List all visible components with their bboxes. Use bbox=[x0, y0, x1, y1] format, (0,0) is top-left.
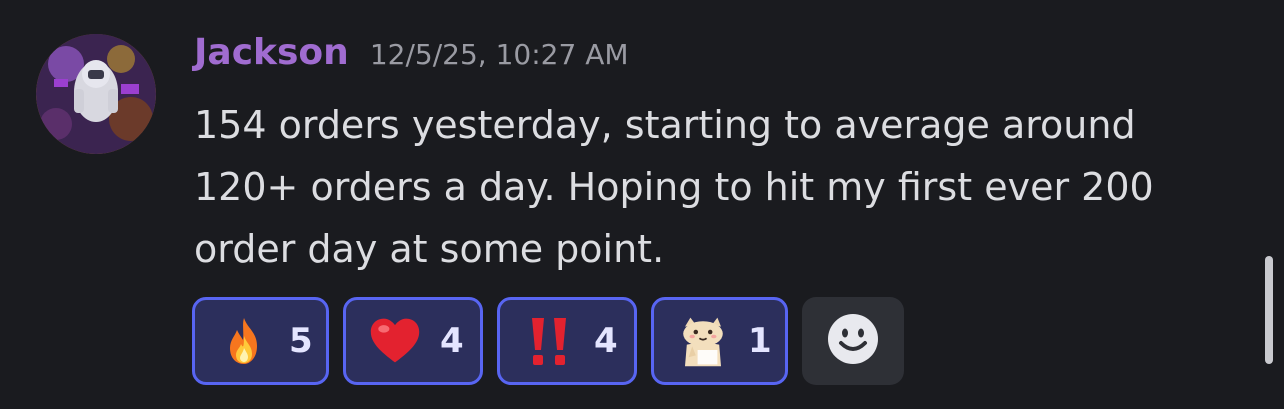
chat-message: Jackson 12/5/25, 10:27 AM 154 orders yes… bbox=[0, 0, 1284, 409]
message-header: Jackson 12/5/25, 10:27 AM bbox=[194, 32, 629, 82]
reaction-count: 4 bbox=[440, 321, 464, 361]
reaction-count: 4 bbox=[594, 321, 618, 361]
avatar-image-icon bbox=[36, 34, 156, 154]
double-exclamation-icon bbox=[522, 314, 576, 368]
smiley-add-icon bbox=[827, 313, 879, 369]
reaction-fire[interactable]: 5 bbox=[192, 297, 329, 385]
cat-sticker-icon bbox=[676, 314, 730, 368]
add-reaction-button[interactable] bbox=[802, 297, 904, 385]
author-name[interactable]: Jackson bbox=[194, 32, 349, 73]
reaction-cat-sticker[interactable]: 1 bbox=[651, 297, 788, 385]
fire-icon bbox=[217, 314, 271, 368]
reactions-bar: 5 4 4 1 bbox=[192, 297, 904, 385]
message-content: 154 orders yesterday, starting to averag… bbox=[194, 103, 1154, 271]
reaction-count: 5 bbox=[289, 321, 313, 361]
reaction-double-exclamation[interactable]: 4 bbox=[497, 297, 637, 385]
scrollbar[interactable] bbox=[1265, 256, 1273, 364]
message-timestamp: 12/5/25, 10:27 AM bbox=[369, 38, 629, 71]
user-avatar[interactable] bbox=[36, 34, 156, 154]
heart-icon bbox=[368, 314, 422, 368]
reaction-count: 1 bbox=[748, 321, 772, 361]
reaction-heart[interactable]: 4 bbox=[343, 297, 483, 385]
